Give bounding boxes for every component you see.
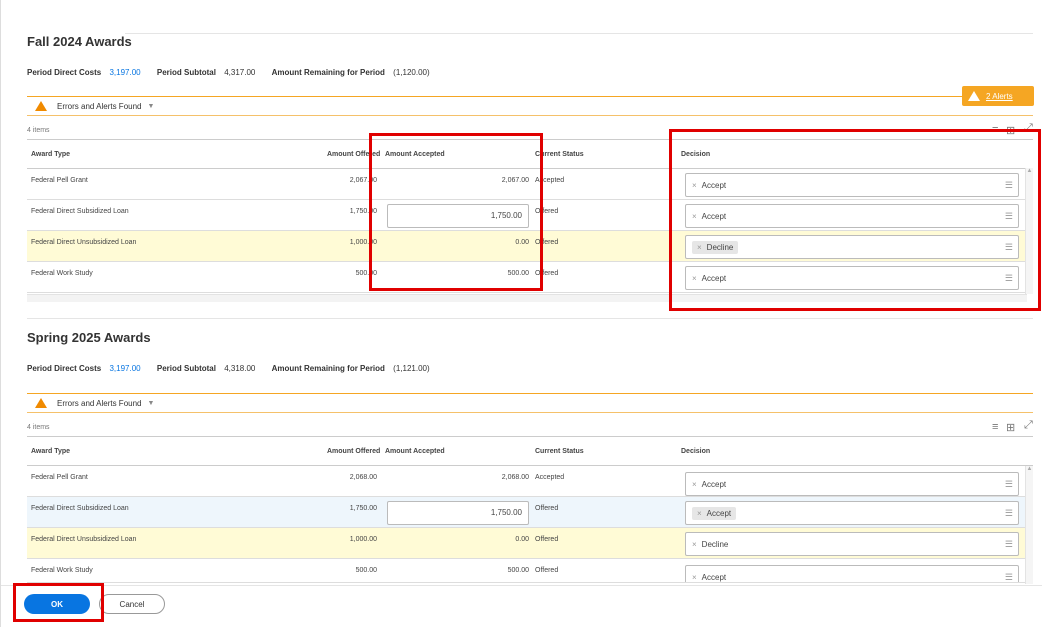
spring-remaining-label: Amount Remaining for Period xyxy=(271,364,385,373)
award-type: Federal Direct Unsubsidized Loan xyxy=(31,536,137,543)
fall-remaining-value: (1,120.00) xyxy=(393,68,430,77)
alerts-badge[interactable]: 2 Alerts xyxy=(962,86,1034,106)
amount-accepted: 0.00 xyxy=(515,536,529,543)
spring-alerts-label: Errors and Alerts Found xyxy=(57,398,142,408)
decision-pill: × Accept xyxy=(692,506,737,520)
decision-value: Accept xyxy=(706,508,732,518)
spring-subtotal-value: 4,318.00 xyxy=(224,364,256,373)
warning-icon xyxy=(968,91,980,101)
spring-items-count: 4 items xyxy=(27,424,50,431)
list-icon[interactable]: ☰ xyxy=(1005,508,1013,519)
award-type: Federal Direct Subsidized Loan xyxy=(31,208,129,215)
section-divider xyxy=(27,318,1033,319)
current-status: Offered xyxy=(535,567,559,574)
amount-offered: 1,750.00 xyxy=(349,505,377,512)
amount-accepted: 2,068.00 xyxy=(501,474,529,481)
remove-icon[interactable]: × xyxy=(692,480,697,489)
header-amount-accepted: Amount Accepted xyxy=(385,447,445,455)
list-icon[interactable]: ☰ xyxy=(1005,572,1013,582)
fall-section-title: Fall 2024 Awards xyxy=(27,34,132,49)
filter-icon[interactable]: ≡ xyxy=(992,421,998,433)
amount-accepted: 500.00 xyxy=(507,567,529,574)
current-status: Offered xyxy=(535,536,559,543)
header-current-status: Current Status xyxy=(535,447,584,455)
spring-direct-costs-link[interactable]: 3,197.00 xyxy=(109,364,140,373)
header-award-type: Award Type xyxy=(31,447,71,455)
fall-alerts-label: Errors and Alerts Found xyxy=(57,101,142,111)
award-type: Federal Pell Grant xyxy=(31,474,88,481)
chevron-down-icon[interactable]: ▼ xyxy=(147,400,154,407)
amount-offered: 2,068.00 xyxy=(349,474,377,481)
scroll-up-icon[interactable]: ▲ xyxy=(1026,466,1033,472)
warning-icon xyxy=(35,101,47,111)
fall-remaining-label: Amount Remaining for Period xyxy=(271,68,385,77)
vertical-scrollbar[interactable]: ▲ xyxy=(1025,466,1033,584)
header-award-type: Award Type xyxy=(31,150,71,158)
list-icon[interactable]: ☰ xyxy=(1005,539,1013,550)
expand-icon[interactable]: ⤢ xyxy=(1024,419,1033,432)
decision-value: Accept xyxy=(701,572,727,582)
spring-remaining-value: (1,121.00) xyxy=(393,364,430,373)
amount-accepted-input[interactable]: 1,750.00 xyxy=(387,501,529,525)
fall-direct-costs-label: Period Direct Costs xyxy=(27,68,102,77)
award-type: Federal Pell Grant xyxy=(31,177,88,184)
spring-subtotal-label: Period Subtotal xyxy=(156,364,216,373)
alerts-badge-label: 2 Alerts xyxy=(986,91,1013,101)
table-row: Federal Direct Subsidized Loan 1,750.00 … xyxy=(27,497,1033,528)
decision-select[interactable]: × Accept ☰ xyxy=(685,565,1019,582)
decision-value: Accept xyxy=(701,479,727,489)
spring-direct-costs-label: Period Direct Costs xyxy=(27,364,102,373)
remove-icon[interactable]: × xyxy=(692,540,697,549)
awards-page: Fall 2024 Awards Period Direct Costs 3,1… xyxy=(0,0,1042,627)
spring-summary: Period Direct Costs 3,197.00 Period Subt… xyxy=(27,364,430,373)
chevron-down-icon[interactable]: ▼ xyxy=(147,103,154,110)
highlight-decision xyxy=(669,129,1041,311)
award-type: Federal Direct Unsubsidized Loan xyxy=(31,239,137,246)
table-row: Federal Direct Unsubsidized Loan 1,000.0… xyxy=(27,528,1033,559)
remove-icon[interactable]: × xyxy=(692,573,697,582)
spring-section-title: Spring 2025 Awards xyxy=(27,330,151,345)
fall-summary: Period Direct Costs 3,197.00 Period Subt… xyxy=(27,68,430,77)
fall-title-divider xyxy=(125,33,1033,34)
fall-direct-costs-link[interactable]: 3,197.00 xyxy=(109,68,140,77)
remove-icon[interactable]: × xyxy=(697,509,702,518)
table-header: Award Type Amount Offered Amount Accepte… xyxy=(27,437,1033,466)
amount-offered: 500.00 xyxy=(355,567,377,574)
award-type: Federal Direct Subsidized Loan xyxy=(31,505,129,512)
fall-alerts-bar[interactable]: Errors and Alerts Found ▼ xyxy=(27,96,1033,116)
fall-subtotal-label: Period Subtotal xyxy=(156,68,216,77)
spring-alerts-bar[interactable]: Errors and Alerts Found ▼ xyxy=(27,393,1033,413)
award-type: Federal Work Study xyxy=(31,270,93,277)
cancel-button[interactable]: Cancel xyxy=(99,594,165,614)
award-type: Federal Work Study xyxy=(31,567,93,574)
columns-icon[interactable]: ⊞ xyxy=(1006,421,1015,434)
table-row: Federal Pell Grant 2,068.00 2,068.00 Acc… xyxy=(27,466,1033,497)
footer-divider xyxy=(1,585,1042,586)
header-decision: Decision xyxy=(681,447,711,455)
highlight-amount-accepted xyxy=(369,133,543,291)
fall-subtotal-value: 4,317.00 xyxy=(224,68,256,77)
decision-value: Decline xyxy=(701,539,729,549)
decision-select[interactable]: × Decline ☰ xyxy=(685,532,1019,556)
current-status: Offered xyxy=(535,505,559,512)
highlight-ok xyxy=(13,583,104,622)
amount-offered: 1,000.00 xyxy=(349,536,377,543)
fall-items-count: 4 items xyxy=(27,127,50,134)
decision-select[interactable]: × Accept ☰ xyxy=(685,501,1019,525)
warning-icon xyxy=(35,398,47,408)
spring-awards-table: Award Type Amount Offered Amount Accepte… xyxy=(27,436,1033,583)
current-status: Accepted xyxy=(535,474,565,481)
list-icon[interactable]: ☰ xyxy=(1005,479,1013,490)
decision-select[interactable]: × Accept ☰ xyxy=(685,472,1019,496)
header-amount-offered: Amount Offered xyxy=(327,447,381,455)
table-row: Federal Work Study 500.00 500.00 Offered… xyxy=(27,559,1033,583)
